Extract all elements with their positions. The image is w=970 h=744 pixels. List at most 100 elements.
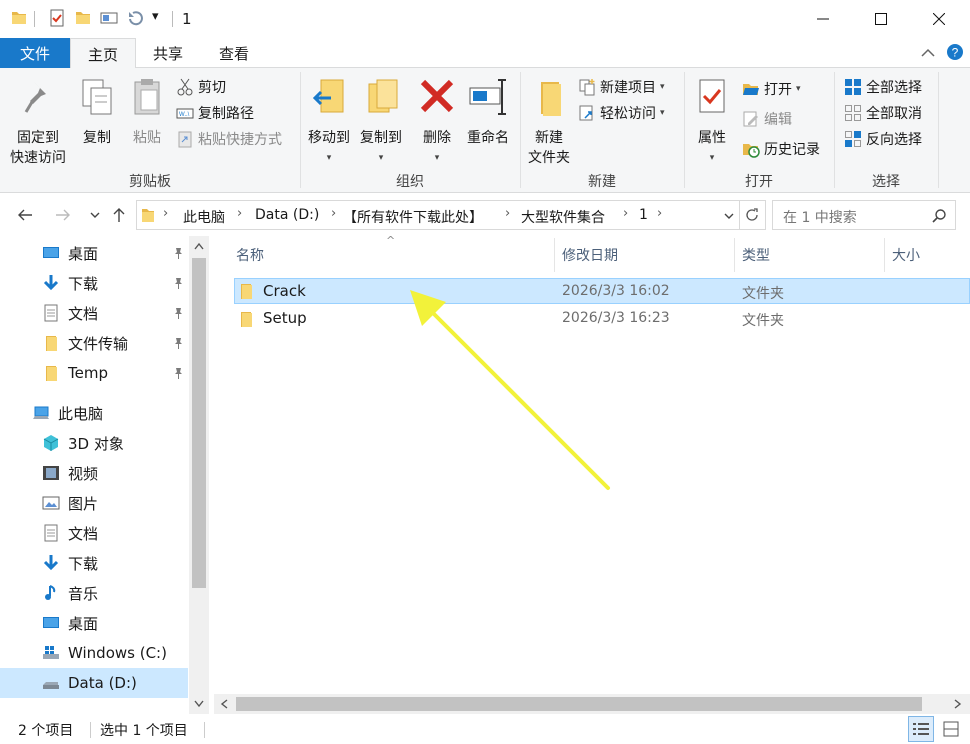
nav-item-this-pc[interactable]: 此电脑 xyxy=(0,398,188,428)
scroll-up-icon[interactable] xyxy=(194,242,204,250)
large-icons-view-button[interactable] xyxy=(938,716,964,742)
select-none-button[interactable]: 全部取消 xyxy=(844,102,922,124)
column-header-date[interactable]: 修改日期 xyxy=(562,236,734,274)
breadcrumb-software-collection[interactable]: 大型软件集合 xyxy=(521,207,605,227)
paste-shortcut-icon xyxy=(178,131,192,148)
cut-button[interactable]: 剪切 xyxy=(176,76,226,98)
download-icon xyxy=(43,555,59,571)
nav-item-downloads-pc[interactable]: 下载 xyxy=(0,548,188,578)
pin-to-quick-access-button[interactable]: 固定到 快速访问 xyxy=(6,76,70,168)
refresh-button[interactable] xyxy=(740,200,766,230)
nav-item-desktop-pc[interactable]: 桌面 xyxy=(0,608,188,638)
properties-icon[interactable] xyxy=(48,9,66,27)
scroll-down-icon[interactable] xyxy=(194,700,204,708)
nav-item-3d-objects[interactable]: 3D 对象 xyxy=(0,428,188,458)
recent-locations-button[interactable] xyxy=(84,204,106,226)
search-box[interactable]: 在 1 中搜索 xyxy=(772,200,956,230)
breadcrumb-separator: › xyxy=(623,206,629,221)
easy-access-button[interactable]: 轻松访问 ▾ xyxy=(578,102,665,124)
up-button[interactable] xyxy=(108,204,130,226)
close-button[interactable] xyxy=(910,0,968,38)
pin-icon[interactable] xyxy=(172,307,184,319)
scroll-right-icon[interactable] xyxy=(954,699,962,709)
search-icon[interactable] xyxy=(931,208,947,224)
nav-item-file-transfer[interactable]: 文件传输 xyxy=(0,328,188,358)
horizontal-scrollbar[interactable] xyxy=(214,694,970,714)
select-all-label: 全部选择 xyxy=(866,80,922,96)
scroll-left-icon[interactable] xyxy=(220,699,228,709)
tab-share[interactable]: 共享 xyxy=(140,38,196,68)
tab-home[interactable]: 主页 xyxy=(70,38,136,69)
open-group-label: 打开 xyxy=(745,174,773,190)
nav-item-label: 图片 xyxy=(68,494,99,513)
pin-label-2: 快速访问 xyxy=(10,150,66,166)
breadcrumb-data-drive[interactable]: Data (D:) xyxy=(255,207,319,223)
open-button[interactable]: 打开 ▾ xyxy=(742,78,801,100)
pin-icon[interactable] xyxy=(172,247,184,259)
nav-item-windows-drive[interactable]: Windows (C:) xyxy=(0,638,188,668)
pin-icon[interactable] xyxy=(172,337,184,349)
paste-shortcut-button[interactable]: 粘贴快捷方式 xyxy=(176,128,282,150)
address-bar[interactable]: › 此电脑 › Data (D:) › 【所有软件下载此处】 › 大型软件集合 … xyxy=(136,200,740,230)
nav-item-documents[interactable]: 文档 xyxy=(0,298,188,328)
divider xyxy=(34,11,35,27)
navigation-scrollbar[interactable] xyxy=(189,236,209,714)
help-icon[interactable]: ? xyxy=(946,43,964,61)
divider xyxy=(938,72,939,188)
breadcrumb-downloads-folder[interactable]: 【所有软件下载此处】 xyxy=(343,207,483,227)
properties-button[interactable]: 属性 ▾ xyxy=(688,76,736,168)
minimize-ribbon-icon[interactable] xyxy=(920,46,936,60)
new-item-button[interactable]: 新建项目 ▾ xyxy=(578,76,665,98)
rename-button[interactable]: 重命名 xyxy=(462,76,514,148)
nav-item-downloads[interactable]: 下载 xyxy=(0,268,188,298)
history-icon xyxy=(743,144,760,158)
minimize-button[interactable] xyxy=(794,0,852,38)
nav-item-music[interactable]: 音乐 xyxy=(0,578,188,608)
new-folder-icon[interactable] xyxy=(74,9,92,27)
copy-path-button[interactable]: W..\ 复制路径 xyxy=(176,102,254,124)
new-group-label: 新建 xyxy=(588,174,616,190)
copy-to-button[interactable]: 复制到 ▾ xyxy=(356,76,406,168)
move-to-button[interactable]: 移动到 ▾ xyxy=(304,76,354,168)
new-folder-label-1: 新建 xyxy=(535,130,563,146)
nav-item-videos[interactable]: 视频 xyxy=(0,458,188,488)
nav-item-data-drive[interactable]: Data (D:) xyxy=(0,668,188,698)
copy-button[interactable]: 复制 xyxy=(74,76,120,148)
paste-button[interactable]: 粘贴 xyxy=(124,76,170,148)
scrollbar-thumb[interactable] xyxy=(236,697,922,711)
pin-icon[interactable] xyxy=(172,277,184,289)
forward-button[interactable] xyxy=(52,204,74,226)
maximize-button[interactable] xyxy=(852,0,910,38)
address-history-icon[interactable] xyxy=(723,211,735,221)
nav-item-pictures[interactable]: 图片 xyxy=(0,488,188,518)
scrollbar-thumb[interactable] xyxy=(192,258,206,588)
details-view-button[interactable] xyxy=(908,716,934,742)
nav-item-documents-pc[interactable]: 文档 xyxy=(0,518,188,548)
history-button[interactable]: 历史记录 xyxy=(742,138,820,160)
pin-icon[interactable] xyxy=(172,367,184,379)
download-icon xyxy=(43,275,59,291)
column-header-name[interactable]: 名称 xyxy=(236,236,554,274)
undo-icon[interactable] xyxy=(126,9,144,27)
divider xyxy=(884,238,885,272)
column-header-size[interactable]: 大小 xyxy=(892,236,962,274)
nav-item-desktop[interactable]: 桌面 xyxy=(0,238,188,268)
tab-view[interactable]: 查看 xyxy=(206,38,262,68)
edit-button[interactable]: 编辑 xyxy=(742,108,792,130)
minimize-icon xyxy=(817,18,829,20)
breadcrumb-this-pc[interactable]: 此电脑 xyxy=(183,207,225,227)
new-folder-button[interactable]: 新建 文件夹 xyxy=(522,76,576,168)
delete-button[interactable]: 删除 ▾ xyxy=(414,76,460,168)
clipboard-group-label: 剪贴板 xyxy=(129,174,171,190)
invert-selection-button[interactable]: 反向选择 xyxy=(844,128,922,150)
rename-icon[interactable] xyxy=(100,9,118,27)
paste-label: 粘贴 xyxy=(133,130,161,146)
tab-file[interactable]: 文件 xyxy=(0,38,70,68)
breadcrumb-current[interactable]: 1 xyxy=(639,207,648,223)
maximize-icon xyxy=(875,13,887,25)
select-all-button[interactable]: 全部选择 xyxy=(844,76,922,98)
back-button[interactable] xyxy=(14,204,36,226)
customize-quick-access-dropdown[interactable]: ▾ xyxy=(152,9,159,24)
column-header-type[interactable]: 类型 xyxy=(742,236,884,274)
nav-item-temp[interactable]: Temp xyxy=(0,358,188,388)
